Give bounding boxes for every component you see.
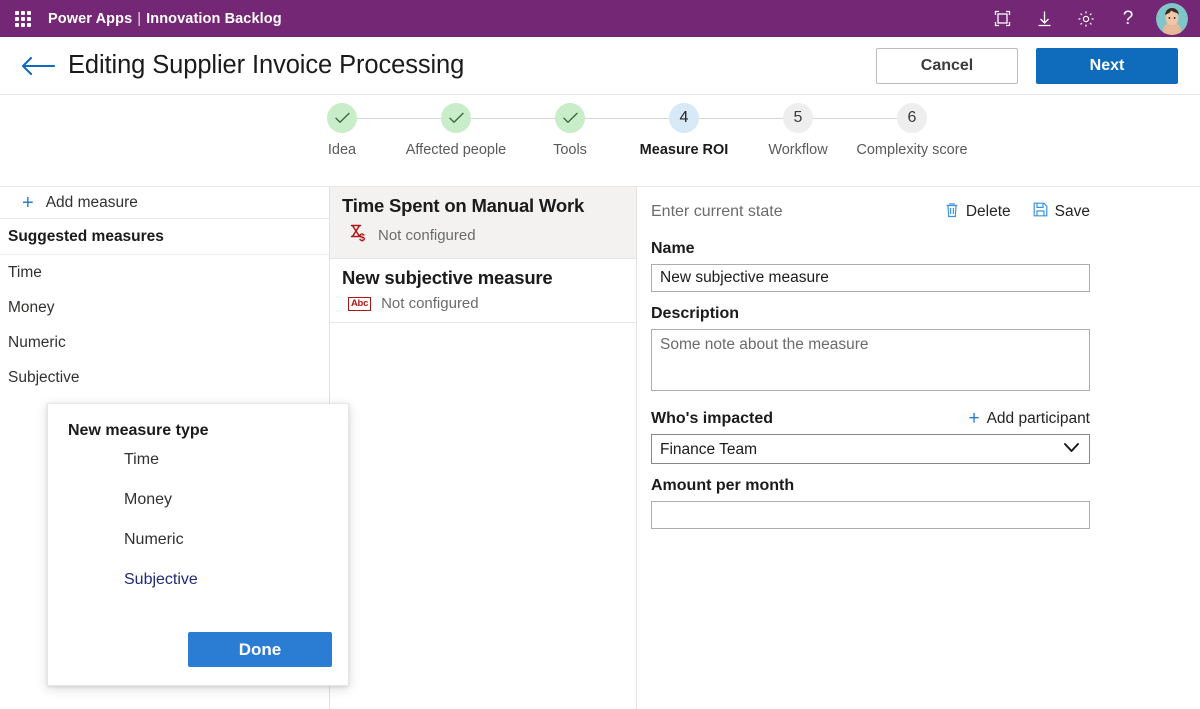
add-participant-label: Add participant bbox=[986, 409, 1090, 427]
back-arrow-icon[interactable] bbox=[18, 46, 58, 86]
delete-button[interactable]: Delete bbox=[945, 202, 1011, 223]
measure-card-new-subjective[interactable]: New subjective measure Abc Not configure… bbox=[330, 259, 636, 323]
dialog-option-numeric[interactable]: Numeric bbox=[48, 520, 348, 560]
step-label: Workflow bbox=[768, 142, 828, 158]
step-circle: 4 bbox=[669, 103, 699, 133]
step-label: Complexity score bbox=[856, 142, 968, 158]
measure-card-status: Not configured bbox=[378, 227, 476, 244]
left-item-time[interactable]: Time bbox=[0, 255, 329, 290]
suggested-measures-header: Suggested measures bbox=[0, 219, 329, 255]
step-connector bbox=[684, 118, 798, 119]
measure-detail-panel: Enter current state Delete Save Name New… bbox=[637, 187, 1200, 709]
description-textarea[interactable] bbox=[651, 329, 1090, 391]
stepper-steps: Idea Affected people Tools 4 Measure ROI… bbox=[285, 103, 969, 159]
new-measure-type-dialog: New measure type Time Money Numeric Subj… bbox=[47, 403, 349, 686]
step-connector bbox=[570, 118, 684, 119]
left-item-money[interactable]: Money bbox=[0, 290, 329, 325]
step-connector bbox=[798, 118, 912, 119]
app-name: Innovation Backlog bbox=[146, 10, 282, 27]
measure-card-title: Time Spent on Manual Work bbox=[342, 195, 585, 216]
step-affected-people[interactable]: Affected people bbox=[399, 103, 570, 159]
step-connector bbox=[342, 118, 456, 119]
dialog-option-time[interactable]: Time bbox=[48, 440, 348, 480]
plus-icon: + bbox=[968, 408, 980, 429]
name-label: Name bbox=[651, 240, 695, 257]
svg-text:$: $ bbox=[359, 232, 365, 243]
hourglass-money-icon: $ bbox=[348, 223, 368, 248]
trash-icon bbox=[945, 202, 959, 223]
impacted-label: Who's impacted bbox=[651, 409, 774, 427]
amount-label: Amount per month bbox=[651, 477, 795, 494]
step-circle: 6 bbox=[897, 103, 927, 133]
step-complexity-score[interactable]: 6 Complexity score bbox=[855, 103, 969, 159]
floppy-disk-icon bbox=[1033, 202, 1048, 222]
name-input[interactable] bbox=[651, 264, 1090, 292]
save-label: Save bbox=[1054, 203, 1090, 220]
step-workflow[interactable]: 5 Workflow bbox=[741, 103, 912, 159]
measure-card-status-row: Abc Not configured bbox=[342, 295, 624, 312]
impacted-select[interactable]: Finance Team bbox=[651, 434, 1090, 464]
suite-bar: Power Apps | Innovation Backlog ? bbox=[0, 0, 1200, 37]
brand-name: Power Apps bbox=[48, 10, 133, 27]
step-circle: 5 bbox=[783, 103, 813, 133]
suite-bar-actions: ? bbox=[984, 1, 1188, 37]
delete-label: Delete bbox=[965, 203, 1011, 220]
step-tools[interactable]: Tools bbox=[513, 103, 684, 159]
wizard-stepper: Idea Affected people Tools 4 Measure ROI… bbox=[0, 95, 1200, 187]
measure-card-status: Not configured bbox=[381, 295, 479, 312]
detail-header-actions: Delete Save bbox=[945, 202, 1090, 223]
dialog-footer: Done bbox=[188, 632, 332, 667]
fullscreen-icon[interactable] bbox=[984, 1, 1020, 37]
detail-header: Enter current state Delete Save bbox=[651, 197, 1090, 227]
amount-input[interactable] bbox=[651, 501, 1090, 529]
step-label: Tools bbox=[553, 142, 587, 158]
add-measure-button[interactable]: + Add measure bbox=[0, 187, 329, 219]
step-label: Measure ROI bbox=[639, 142, 729, 158]
left-item-subjective[interactable]: Subjective bbox=[0, 360, 329, 395]
step-connector bbox=[456, 118, 570, 119]
user-avatar[interactable] bbox=[1156, 2, 1188, 35]
impacted-row: Who's impacted + Add participant bbox=[651, 409, 1090, 428]
page-title: Editing Supplier Invoice Processing bbox=[68, 51, 465, 79]
step-circle bbox=[327, 103, 357, 133]
help-glyph: ? bbox=[1122, 8, 1134, 29]
main-content: + Add measure Suggested measures Time Mo… bbox=[0, 187, 1200, 709]
brand-separator: | bbox=[137, 10, 142, 27]
command-bar: Editing Supplier Invoice Processing Canc… bbox=[0, 37, 1200, 95]
step-label: Idea bbox=[327, 142, 357, 158]
done-button[interactable]: Done bbox=[188, 632, 332, 667]
measure-card-status-row: $ Not configured bbox=[342, 223, 624, 248]
measure-card-time-spent[interactable]: Time Spent on Manual Work $ Not configur… bbox=[330, 187, 636, 259]
measure-list-panel: Time Spent on Manual Work $ Not configur… bbox=[330, 187, 637, 709]
brand-area[interactable]: Power Apps | Innovation Backlog bbox=[48, 11, 282, 27]
command-bar-actions: Cancel Next bbox=[876, 47, 1178, 84]
dialog-option-subjective[interactable]: Subjective bbox=[48, 560, 348, 600]
dialog-option-money[interactable]: Money bbox=[48, 480, 348, 520]
download-icon[interactable] bbox=[1026, 1, 1062, 37]
detail-header-title: Enter current state bbox=[651, 203, 783, 220]
abc-icon: Abc bbox=[348, 296, 372, 311]
help-icon[interactable]: ? bbox=[1110, 1, 1146, 37]
add-participant-button[interactable]: + Add participant bbox=[968, 409, 1090, 428]
plus-icon: + bbox=[22, 191, 34, 214]
gear-icon[interactable] bbox=[1068, 1, 1104, 37]
step-label: Affected people bbox=[405, 142, 507, 158]
description-label: Description bbox=[651, 305, 740, 322]
cancel-button[interactable]: Cancel bbox=[876, 47, 1018, 84]
waffle-grid-icon[interactable] bbox=[12, 8, 34, 30]
next-button[interactable]: Next bbox=[1036, 47, 1178, 84]
add-measure-label: Add measure bbox=[45, 193, 138, 211]
step-idea[interactable]: Idea bbox=[285, 103, 456, 159]
dialog-title: New measure type bbox=[68, 422, 209, 439]
step-measure-roi[interactable]: 4 Measure ROI bbox=[627, 103, 798, 159]
measure-card-title: New subjective measure bbox=[342, 267, 553, 288]
save-button[interactable]: Save bbox=[1033, 202, 1090, 222]
step-circle bbox=[555, 103, 585, 133]
left-item-numeric[interactable]: Numeric bbox=[0, 325, 329, 360]
step-circle bbox=[441, 103, 471, 133]
